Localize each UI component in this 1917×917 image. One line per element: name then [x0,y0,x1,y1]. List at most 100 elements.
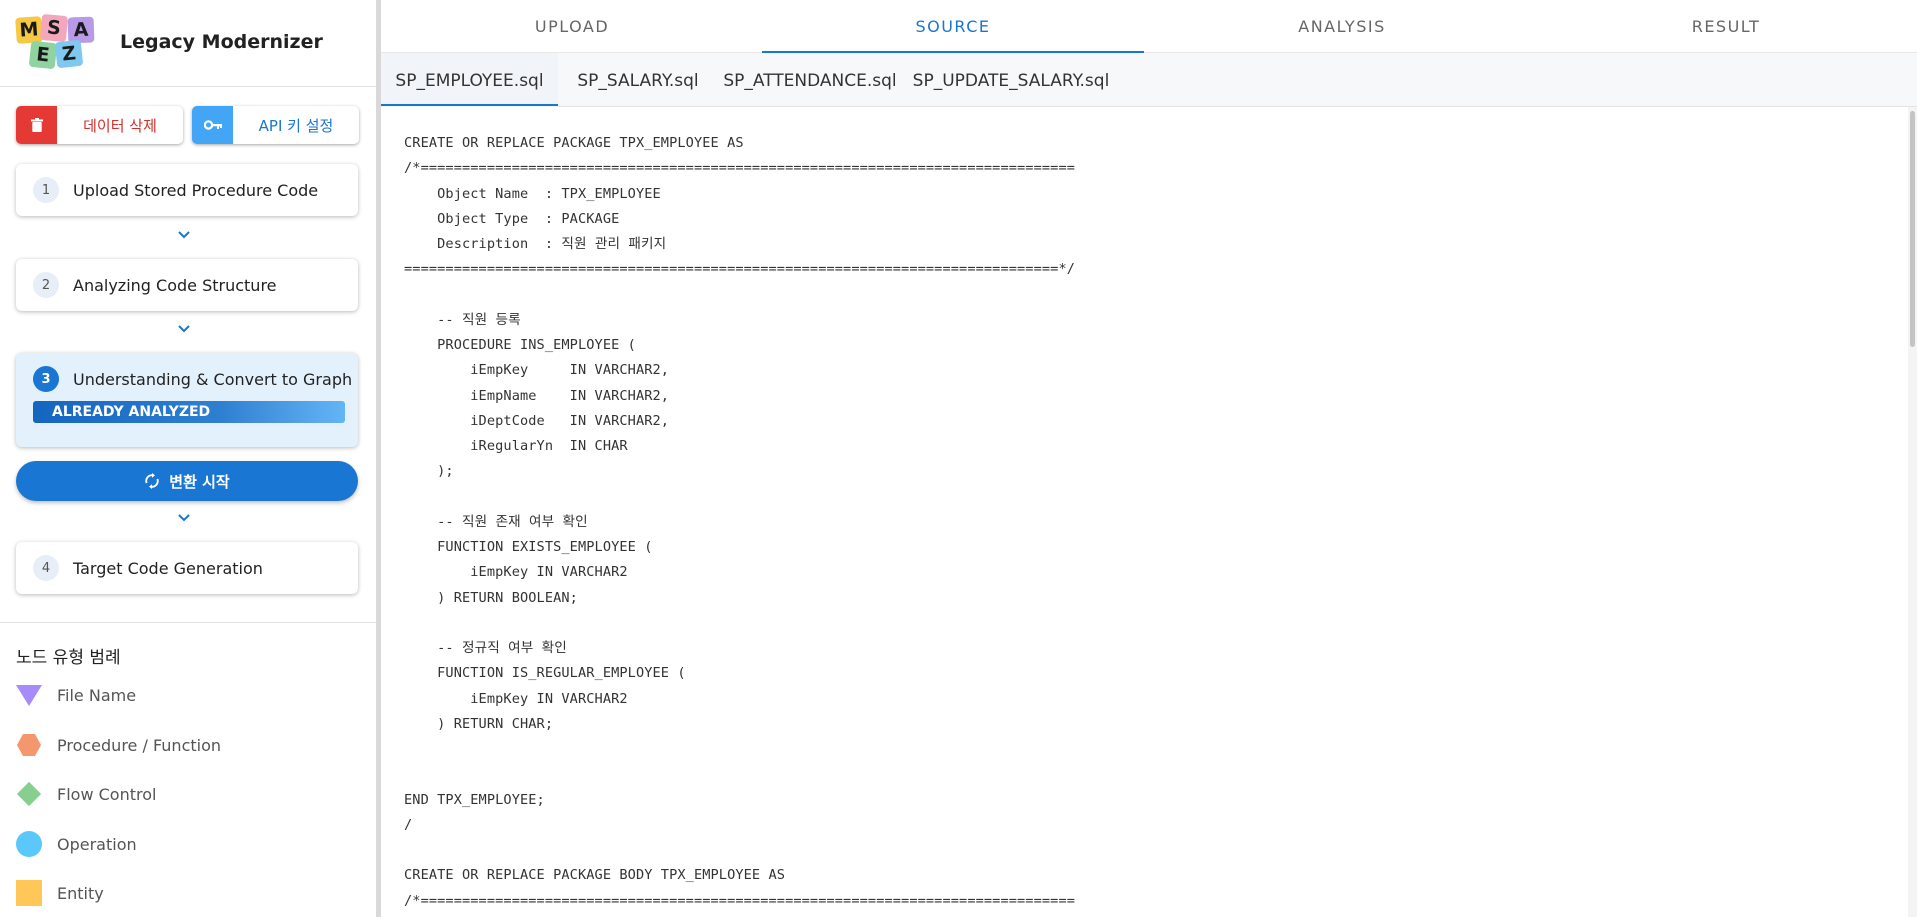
source-code: CREATE OR REPLACE PACKAGE TPX_EMPLOYEE A… [404,131,1075,914]
sync-icon [145,473,159,489]
code-line: /*======================================… [404,892,1076,909]
code-line: ========================================… [404,261,1076,278]
tab-analysis[interactable]: ANALYSIS [1151,0,1533,53]
code-line: iDeptCode IN VARCHAR2, [404,412,670,429]
delete-data-button[interactable]: 데이터 삭제 [16,106,183,144]
trash-icon [16,106,57,144]
legend-item-operation: Operation [16,829,137,859]
square-icon [16,880,42,906]
start-convert-button[interactable]: 변환 시작 [16,461,358,501]
legend-label: File Name [57,685,137,705]
triangle-down-icon [16,682,42,708]
code-line: -- 직원 존재 여부 확인 [404,513,588,530]
step-number: 4 [33,555,59,581]
step-target-generation[interactable]: 4 Target Code Generation [16,542,358,594]
code-line: -- 직원 등록 [404,311,521,328]
logo-tile-e: E [28,40,58,70]
step-title: Target Code Generation [73,558,263,578]
delete-data-label: 데이터 삭제 [83,116,157,135]
step-upload[interactable]: 1 Upload Stored Procedure Code [16,164,358,216]
legend-item-procedure: Procedure / Function [16,730,221,760]
start-convert-label: 변환 시작 [169,472,230,491]
file-tab-sp-employee[interactable]: SP_EMPLOYEE.sql [381,53,558,107]
step-title: Analyzing Code Structure [73,275,277,295]
chevron-down-icon [178,514,190,522]
code-line: /*======================================… [404,160,1076,177]
code-line: PROCEDURE INS_EMPLOYEE ( [404,337,636,353]
code-line: FUNCTION IS_REGULAR_EMPLOYEE ( [404,665,686,682]
code-line: CREATE OR REPLACE PACKAGE TPX_EMPLOYEE A… [404,135,744,151]
step-title: Understanding & Convert to Graph [73,369,353,389]
tab-result[interactable]: RESULT [1535,0,1917,53]
code-line: ) RETURN CHAR; [404,715,554,732]
legend-divider [0,622,376,623]
code-line: iEmpKey IN VARCHAR2 [404,564,628,581]
app-root: M S A E Z Legacy Modernizer 데이터 삭제 API 키… [0,0,1917,917]
legend-label: Operation [57,834,137,854]
step-number: 2 [33,272,59,298]
legend-label: Procedure / Function [57,735,222,755]
api-key-button[interactable]: API 키 설정 [192,106,359,144]
code-line: Description : 직원 관리 패키지 [404,236,667,252]
code-line: END TPX_EMPLOYEE; [404,791,545,808]
legend-label: Flow Control [57,784,157,804]
file-tab-sp-update-salary[interactable]: SP_UPDATE_SALARY.sql [902,53,1120,107]
code-line: ); [404,463,454,480]
legend-item-flow-control: Flow Control [16,779,156,809]
chevron-down-icon [178,231,190,239]
action-buttons: 데이터 삭제 API 키 설정 [16,106,359,144]
code-line: iRegularYn IN CHAR [404,438,628,454]
file-tabs: SP_EMPLOYEE.sql SP_SALARY.sql SP_ATTENDA… [381,53,1917,107]
hexagon-icon [16,732,42,758]
file-tab-sp-attendance[interactable]: SP_ATTENDANCE.sql [718,53,902,107]
already-analyzed-badge: ALREADY ANALYZED [33,401,345,423]
step-number: 1 [33,177,59,203]
logo-tile-m: M [15,16,43,44]
step-convert-graph[interactable]: 3 Understanding & Convert to Graph ALREA… [16,353,358,447]
code-line: FUNCTION EXISTS_EMPLOYEE ( [404,539,653,555]
tab-source[interactable]: SOURCE [762,0,1144,53]
active-file-tab-indicator [381,104,558,106]
app-title: Legacy Modernizer [120,31,323,53]
code-viewer[interactable]: CREATE OR REPLACE PACKAGE TPX_EMPLOYEE A… [381,107,1917,917]
step-analyze[interactable]: 2 Analyzing Code Structure [16,259,358,311]
step-number: 3 [33,366,59,392]
api-key-label: API 키 설정 [258,116,334,135]
code-line: Object Name : TPX_EMPLOYEE [404,185,661,202]
legend-item-entity: Entity [16,878,104,908]
main-panel: UPLOAD SOURCE ANALYSIS RESULT SP_EMPLOYE… [381,0,1917,917]
tab-upload[interactable]: UPLOAD [381,0,763,53]
file-tab-sp-salary[interactable]: SP_SALARY.sql [558,53,718,107]
legend-item-file-name: File Name [16,680,136,710]
code-line: iEmpName IN VARCHAR2, [404,387,670,404]
msaez-logo: M S A E Z [15,13,112,70]
diamond-icon [16,781,42,807]
logo-tile-a: A [67,16,95,44]
top-tabs: UPLOAD SOURCE ANALYSIS RESULT [381,0,1917,53]
code-line: CREATE OR REPLACE PACKAGE BODY TPX_EMPLO… [404,867,786,884]
code-line: Object Type : PACKAGE [404,210,620,227]
legend-title: 노드 유형 범례 [16,648,121,668]
legend-label: Entity [57,883,104,903]
code-line: iEmpKey IN VARCHAR2, [404,362,670,379]
code-line: -- 정규직 여부 확인 [404,640,567,656]
sidebar-divider [0,86,376,87]
chevron-down-icon [178,325,190,333]
sidebar: M S A E Z Legacy Modernizer 데이터 삭제 API 키… [0,0,376,917]
logo-tile-z: Z [54,39,84,69]
logo-tile-s: S [39,13,69,43]
step-title: Upload Stored Procedure Code [73,180,319,200]
code-line: / [404,816,413,833]
code-scrollbar[interactable] [1908,107,1917,917]
brand: M S A E Z Legacy Modernizer [15,13,323,70]
scrollbar-thumb[interactable] [1910,111,1915,347]
code-line: ) RETURN BOOLEAN; [404,589,578,606]
circle-icon [16,831,42,857]
code-line: iEmpKey IN VARCHAR2 [404,690,628,707]
